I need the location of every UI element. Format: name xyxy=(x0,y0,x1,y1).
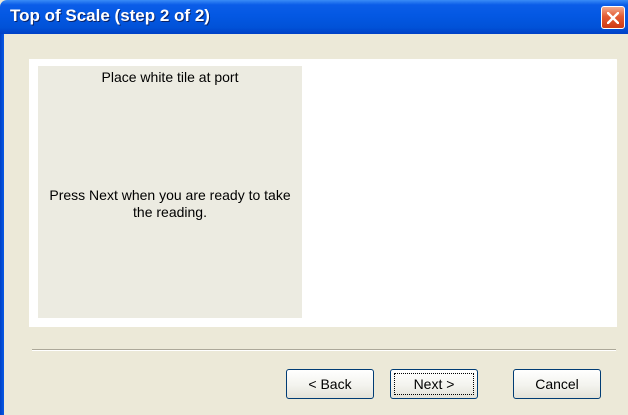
cancel-button-label: Cancel xyxy=(535,376,579,392)
cancel-button[interactable]: Cancel xyxy=(513,369,601,399)
instruction-place-tile: Place white tile at port xyxy=(101,69,239,85)
next-button-label: Next > xyxy=(413,376,455,392)
back-button-label: < Back xyxy=(308,376,352,392)
instruction-press-next: Press Next when you are ready to take th… xyxy=(49,187,291,220)
close-button[interactable] xyxy=(601,6,625,29)
instruction-box: Place white tile at port Press Next when… xyxy=(38,66,302,318)
separator-line xyxy=(32,349,616,351)
window-title: Top of Scale (step 2 of 2) xyxy=(10,6,210,25)
window-frame-left xyxy=(0,34,4,415)
close-icon xyxy=(607,12,619,24)
next-button[interactable]: Next > xyxy=(390,369,478,399)
back-button[interactable]: < Back xyxy=(286,369,374,399)
wizard-dialog: Top of Scale (step 2 of 2) Place white t… xyxy=(0,0,628,415)
title-bar[interactable]: Top of Scale (step 2 of 2) xyxy=(0,0,628,34)
